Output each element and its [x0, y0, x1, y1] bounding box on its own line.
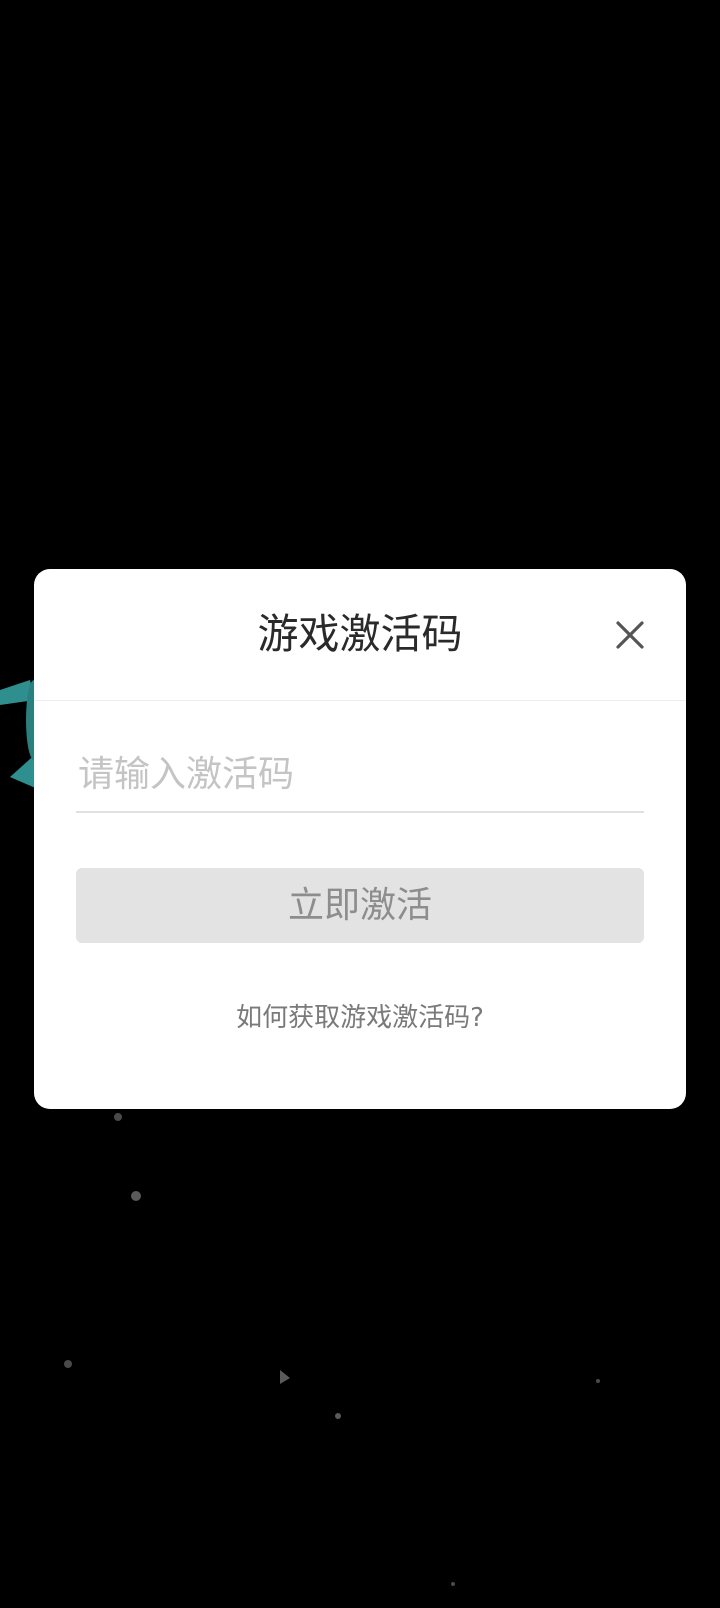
- activation-screen: 游戏激活码 立即激活 如何获取游戏激活码?: [0, 0, 720, 1608]
- how-to-get-code-link[interactable]: 如何获取游戏激活码?: [34, 1001, 686, 1035]
- dialog-title: 游戏激活码: [257, 610, 463, 658]
- close-icon: [616, 621, 644, 649]
- activation-code-field: [76, 741, 644, 813]
- close-button[interactable]: [610, 615, 650, 655]
- activate-button[interactable]: 立即激活: [76, 868, 644, 943]
- activation-code-dialog: 游戏激活码 立即激活 如何获取游戏激活码?: [34, 569, 686, 1109]
- dialog-header: 游戏激活码: [34, 569, 686, 701]
- activation-code-input[interactable]: [76, 741, 644, 807]
